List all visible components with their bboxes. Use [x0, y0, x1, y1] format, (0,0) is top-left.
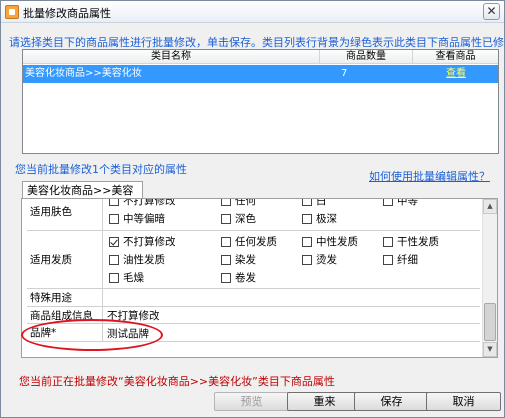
reset-button[interactable]: 重来: [287, 392, 362, 411]
composition-value[interactable]: 不打算修改: [107, 307, 160, 324]
special-use-value[interactable]: [104, 289, 480, 307]
checkbox-checked-icon[interactable]: [109, 236, 119, 247]
checkbox-icon[interactable]: [383, 254, 393, 265]
checkbox-icon[interactable]: [383, 199, 393, 206]
option-checkbox[interactable]: 染发: [221, 251, 256, 268]
attribute-label: 特殊用途: [27, 289, 103, 306]
instruction-text: 请选择类目下的商品属性进行批量修改，单击保存。类目列表行背景为绿色表示此类目下商…: [9, 36, 505, 49]
checkbox-icon[interactable]: [221, 213, 231, 224]
category-row[interactable]: 美容化妆商品>>美容化妆 7 查看: [23, 65, 498, 83]
batch-edit-attributes-window: 批量修改商品属性 ✕ 请选择类目下的商品属性进行批量修改，单击保存。类目列表行背…: [0, 0, 505, 418]
batch-summary-text: 您当前批量修改1个类目对应的属性: [15, 163, 187, 176]
attribute-grid: 适用肤色 不打算修改 任何 白 中等 中等偏暗 深色 极深 适用发质 不打算修改…: [27, 199, 480, 342]
tab-category[interactable]: 美容化妆商品>>美容化妆: [22, 181, 143, 214]
checkbox-icon[interactable]: [302, 254, 312, 265]
vertical-scrollbar[interactable]: ▲ ▼: [482, 199, 497, 357]
checkbox-icon[interactable]: [383, 236, 393, 247]
attribute-row-composition: 商品组成信息 不打算修改: [27, 307, 480, 324]
option-checkbox[interactable]: 任何发质: [221, 233, 277, 250]
option-checkbox[interactable]: 深色: [221, 210, 256, 227]
checkbox-icon[interactable]: [221, 199, 231, 206]
checkbox-icon[interactable]: [302, 236, 312, 247]
app-icon: [5, 5, 19, 19]
scroll-down-icon[interactable]: ▼: [483, 342, 497, 357]
checkbox-icon[interactable]: [221, 254, 231, 265]
category-name: 美容化妆商品>>美容化妆: [25, 68, 142, 79]
attribute-label: 品牌*: [27, 324, 103, 341]
option-checkbox[interactable]: 不打算修改: [109, 233, 176, 250]
checkbox-icon[interactable]: [109, 272, 119, 283]
save-button[interactable]: 保存: [354, 392, 429, 411]
checkbox-icon[interactable]: [221, 236, 231, 247]
attribute-panel: 适用肤色 不打算修改 任何 白 中等 中等偏暗 深色 极深 适用发质 不打算修改…: [21, 198, 498, 358]
option-checkbox[interactable]: 烫发: [302, 251, 337, 268]
attribute-label: 商品组成信息: [27, 307, 103, 323]
attribute-row-skin-tone: 适用肤色 不打算修改 任何 白 中等 中等偏暗 深色 极深: [27, 199, 480, 231]
attribute-label: 适用发质: [27, 231, 103, 288]
checkbox-icon[interactable]: [109, 254, 119, 265]
checkbox-icon[interactable]: [302, 213, 312, 224]
option-checkbox[interactable]: 毛燥: [109, 269, 144, 286]
column-header-view[interactable]: 查看商品: [413, 50, 498, 64]
view-products-link[interactable]: 查看: [446, 65, 466, 83]
checkbox-icon[interactable]: [302, 199, 312, 206]
brand-value[interactable]: 测试品牌: [107, 324, 149, 342]
column-header-count[interactable]: 商品数量: [320, 50, 413, 64]
checkbox-icon[interactable]: [109, 199, 119, 206]
option-checkbox[interactable]: 中性发质: [302, 233, 358, 250]
checkbox-icon[interactable]: [109, 213, 119, 224]
option-checkbox[interactable]: 纤细: [383, 251, 418, 268]
category-count: 7: [341, 68, 348, 79]
option-checkbox[interactable]: 干性发质: [383, 233, 439, 250]
option-checkbox[interactable]: 油性发质: [109, 251, 165, 268]
title-bar: 批量修改商品属性 ✕: [1, 1, 504, 23]
scroll-thumb[interactable]: [484, 303, 496, 341]
option-checkbox[interactable]: 极深: [302, 210, 337, 227]
column-header-category[interactable]: 类目名称: [23, 50, 320, 64]
attribute-row-hair-type: 适用发质 不打算修改 任何发质 中性发质 干性发质 油性发质 染发 烫发 纤细 …: [27, 231, 480, 289]
attribute-row-special-use: 特殊用途: [27, 289, 480, 307]
category-list-header: 类目名称 商品数量 查看商品: [23, 50, 498, 64]
option-checkbox[interactable]: 卷发: [221, 269, 256, 286]
category-list[interactable]: 类目名称 商品数量 查看商品 美容化妆商品>>美容化妆 7 查看: [22, 49, 499, 154]
attribute-row-brand: 品牌* 测试品牌: [27, 324, 480, 342]
cancel-button[interactable]: 取消: [426, 392, 501, 411]
scroll-up-icon[interactable]: ▲: [483, 199, 497, 214]
close-button[interactable]: ✕: [483, 3, 500, 20]
checkbox-icon[interactable]: [221, 272, 231, 283]
option-checkbox[interactable]: 白: [302, 199, 327, 209]
window-title: 批量修改商品属性: [23, 7, 111, 20]
option-checkbox[interactable]: 任何: [221, 199, 256, 209]
attribute-label: 适用肤色: [27, 199, 103, 230]
option-checkbox[interactable]: 不打算修改: [109, 199, 176, 209]
preview-button[interactable]: 预览: [214, 392, 289, 411]
option-checkbox[interactable]: 中等: [383, 199, 418, 209]
option-checkbox[interactable]: 中等偏暗: [109, 210, 165, 227]
status-message: 您当前正在批量修改“美容化妆商品>>美容化妆”类目下商品属性: [19, 375, 335, 388]
help-link[interactable]: 如何使用批量编辑属性？: [369, 168, 490, 184]
